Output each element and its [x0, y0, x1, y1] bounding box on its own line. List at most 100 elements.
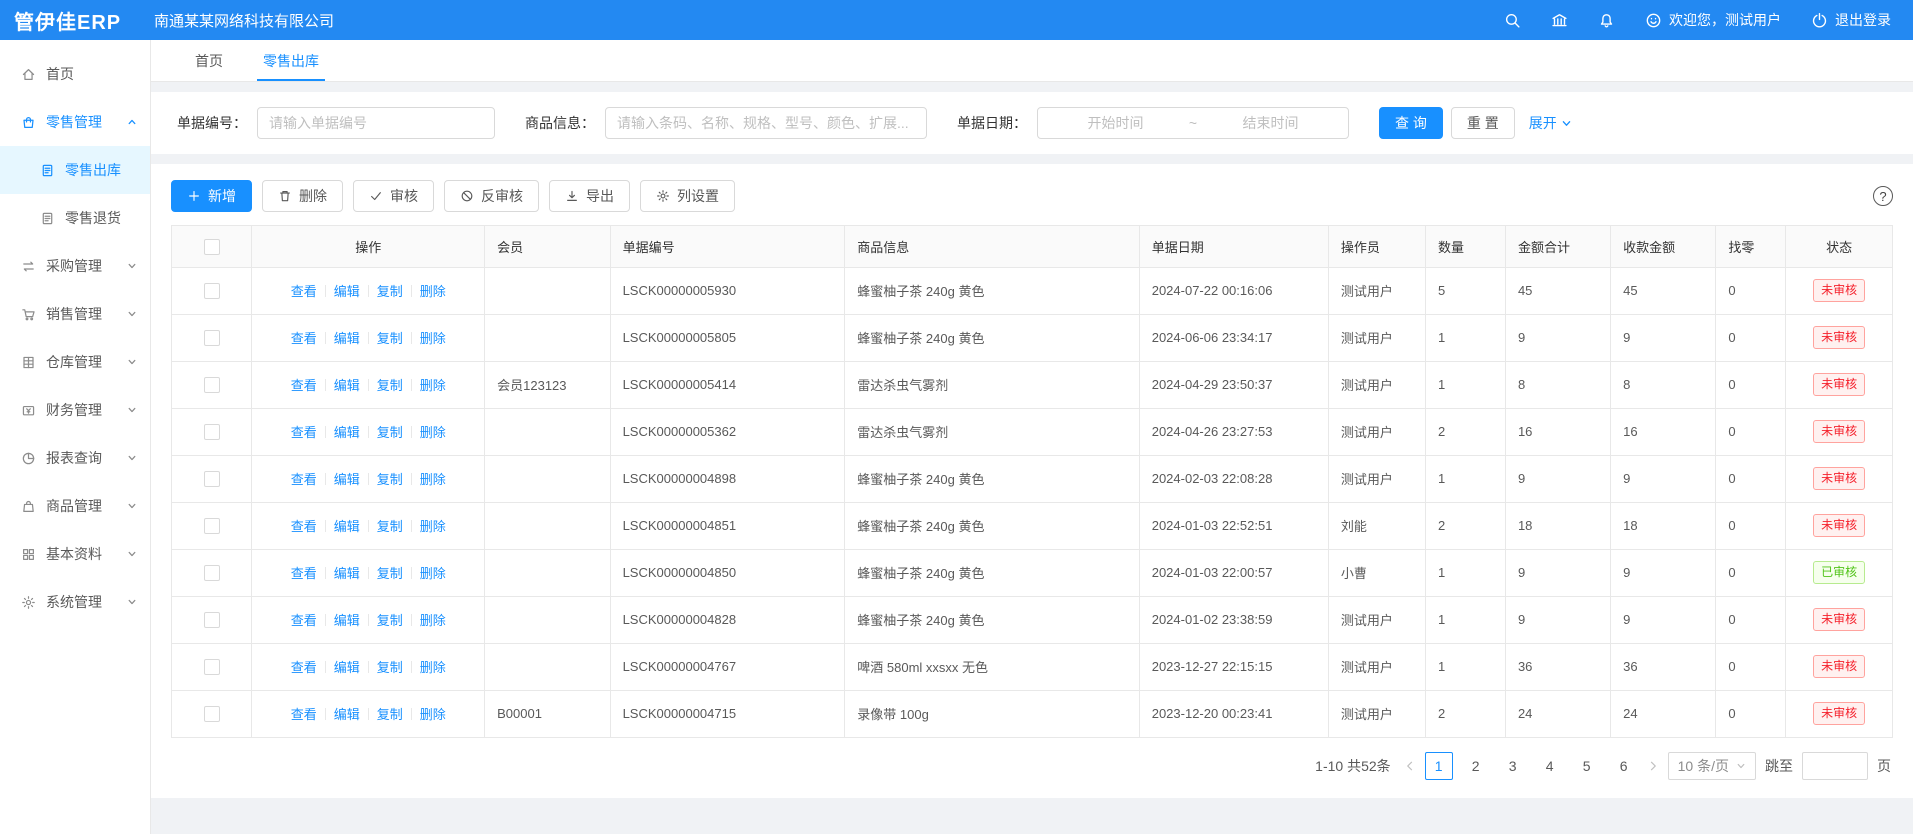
delete-link[interactable]: 删除 — [420, 472, 446, 487]
product-info-input[interactable] — [605, 107, 927, 139]
export-button[interactable]: 导出 — [549, 180, 630, 212]
delete-link[interactable]: 删除 — [420, 425, 446, 440]
view-link[interactable]: 查看 — [291, 472, 317, 487]
select-all-checkbox[interactable] — [204, 239, 220, 255]
cell-member — [485, 596, 610, 643]
col-operator: 操作员 — [1328, 226, 1425, 267]
audit-button[interactable]: 审核 — [353, 180, 434, 212]
copy-link[interactable]: 复制 — [377, 284, 403, 299]
view-link[interactable]: 查看 — [291, 566, 317, 581]
page-button-1[interactable]: 1 — [1425, 752, 1453, 780]
page-button-2[interactable]: 2 — [1462, 752, 1490, 780]
sidebar-item-purchase-management[interactable]: 采购管理 — [0, 242, 150, 290]
unaudit-button[interactable]: 反审核 — [444, 180, 539, 212]
sidebar-item-retail-management[interactable]: 零售管理 — [0, 98, 150, 146]
delete-button[interactable]: 删除 — [262, 180, 343, 212]
sidebar-item-warehouse-management[interactable]: 仓库管理 — [0, 338, 150, 386]
copy-link[interactable]: 复制 — [377, 472, 403, 487]
view-link[interactable]: 查看 — [291, 519, 317, 534]
row-checkbox[interactable] — [204, 518, 220, 534]
copy-link[interactable]: 复制 — [377, 566, 403, 581]
edit-link[interactable]: 编辑 — [334, 284, 360, 299]
page-button-6[interactable]: 6 — [1610, 752, 1638, 780]
row-checkbox[interactable] — [204, 565, 220, 581]
column-settings-button[interactable]: 列设置 — [640, 180, 735, 212]
view-link[interactable]: 查看 — [291, 284, 317, 299]
reset-button[interactable]: 重 置 — [1451, 107, 1515, 139]
search-button[interactable]: 查 询 — [1379, 107, 1443, 139]
sidebar-item-retail-outbound[interactable]: 零售出库 — [0, 146, 150, 194]
copy-link[interactable]: 复制 — [377, 707, 403, 722]
row-checkbox[interactable] — [204, 471, 220, 487]
bell-icon[interactable] — [1598, 12, 1615, 29]
copy-link[interactable]: 复制 — [377, 660, 403, 675]
delete-link[interactable]: 删除 — [420, 331, 446, 346]
jump-to-input[interactable] — [1802, 752, 1868, 780]
sidebar-item-finance-management[interactable]: 财务管理 — [0, 386, 150, 434]
sidebar-item-goods-management[interactable]: 商品管理 — [0, 482, 150, 530]
view-link[interactable]: 查看 — [291, 660, 317, 675]
page-button-5[interactable]: 5 — [1573, 752, 1601, 780]
delete-link[interactable]: 删除 — [420, 707, 446, 722]
copy-link[interactable]: 复制 — [377, 331, 403, 346]
row-checkbox[interactable] — [204, 706, 220, 722]
view-link[interactable]: 查看 — [291, 707, 317, 722]
page-size-select[interactable]: 10 条/页 — [1668, 752, 1756, 780]
edit-link[interactable]: 编辑 — [334, 425, 360, 440]
copy-link[interactable]: 复制 — [377, 519, 403, 534]
copy-link[interactable]: 复制 — [377, 425, 403, 440]
bank-icon[interactable] — [1551, 12, 1568, 29]
date-end-input[interactable] — [1201, 115, 1340, 131]
view-link[interactable]: 查看 — [291, 378, 317, 393]
sidebar-item-basic-data[interactable]: 基本资料 — [0, 530, 150, 578]
row-checkbox[interactable] — [204, 283, 220, 299]
search-icon[interactable] — [1504, 12, 1521, 29]
divider — [368, 520, 369, 532]
tab-retail-outbound[interactable]: 零售出库 — [243, 40, 339, 81]
bill-no-input[interactable] — [257, 107, 495, 139]
row-checkbox[interactable] — [204, 612, 220, 628]
sidebar-item-retail-return[interactable]: 零售退货 — [0, 194, 150, 242]
copy-link[interactable]: 复制 — [377, 613, 403, 628]
delete-link[interactable]: 删除 — [420, 660, 446, 675]
edit-link[interactable]: 编辑 — [334, 378, 360, 393]
help-icon[interactable]: ? — [1873, 186, 1893, 206]
copy-link[interactable]: 复制 — [377, 378, 403, 393]
prev-page-button[interactable] — [1404, 760, 1416, 772]
tab-home[interactable]: 首页 — [175, 40, 243, 81]
edit-link[interactable]: 编辑 — [334, 566, 360, 581]
view-link[interactable]: 查看 — [291, 425, 317, 440]
delete-link[interactable]: 删除 — [420, 378, 446, 393]
row-checkbox[interactable] — [204, 377, 220, 393]
edit-link[interactable]: 编辑 — [334, 660, 360, 675]
sidebar-item-home[interactable]: 首页 — [0, 50, 150, 98]
view-link[interactable]: 查看 — [291, 613, 317, 628]
edit-link[interactable]: 编辑 — [334, 331, 360, 346]
row-checkbox[interactable] — [204, 659, 220, 675]
edit-link[interactable]: 编辑 — [334, 472, 360, 487]
col-total: 金额合计 — [1505, 226, 1610, 267]
view-link[interactable]: 查看 — [291, 331, 317, 346]
smiley-icon — [1645, 12, 1662, 29]
row-checkbox[interactable] — [204, 330, 220, 346]
sidebar-item-sales-management[interactable]: 销售管理 — [0, 290, 150, 338]
delete-link[interactable]: 删除 — [420, 566, 446, 581]
page-button-4[interactable]: 4 — [1536, 752, 1564, 780]
expand-link[interactable]: 展开 — [1529, 113, 1572, 133]
welcome-user[interactable]: 欢迎您，测试用户 — [1645, 10, 1781, 30]
sidebar-item-system-management[interactable]: 系统管理 — [0, 578, 150, 626]
sidebar-item-report-query[interactable]: 报表查询 — [0, 434, 150, 482]
logout-button[interactable]: 退出登录 — [1811, 10, 1891, 30]
edit-link[interactable]: 编辑 — [334, 707, 360, 722]
delete-link[interactable]: 删除 — [420, 519, 446, 534]
add-button[interactable]: 新增 — [171, 180, 252, 212]
next-page-button[interactable] — [1647, 760, 1659, 772]
page-button-3[interactable]: 3 — [1499, 752, 1527, 780]
delete-link[interactable]: 删除 — [420, 284, 446, 299]
edit-link[interactable]: 编辑 — [334, 519, 360, 534]
row-checkbox[interactable] — [204, 424, 220, 440]
edit-link[interactable]: 编辑 — [334, 613, 360, 628]
date-range-picker[interactable]: ~ — [1037, 107, 1349, 139]
date-start-input[interactable] — [1046, 115, 1185, 131]
delete-link[interactable]: 删除 — [420, 613, 446, 628]
